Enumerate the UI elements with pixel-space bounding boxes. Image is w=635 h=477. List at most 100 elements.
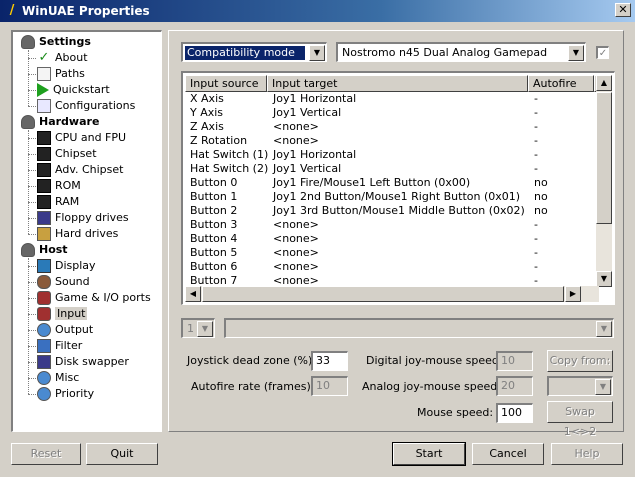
table-row[interactable]: Y Axis Joy1 Vertical - xyxy=(185,106,599,120)
dead-zone-input[interactable]: 33 xyxy=(311,351,348,371)
tree-connector xyxy=(28,282,36,283)
tree-item-output[interactable]: Output xyxy=(37,322,93,338)
tree-item-label: Settings xyxy=(39,35,91,48)
window-title: WinUAE Properties xyxy=(22,4,150,18)
chevron-down-icon[interactable]: ▼ xyxy=(309,45,325,61)
table-row[interactable]: X Axis Joy1 Horizontal - xyxy=(185,92,599,106)
tree-item-ram[interactable]: RAM xyxy=(37,194,79,210)
tree-item-rom[interactable]: ROM xyxy=(37,178,81,194)
scroll-thumb[interactable] xyxy=(596,92,612,224)
tree-item-quickstart[interactable]: Quickstart xyxy=(37,82,110,98)
tree-item-input[interactable]: Input xyxy=(37,306,88,322)
close-button[interactable]: ✕ xyxy=(615,3,631,17)
table-row[interactable]: Button 3 <none> - xyxy=(185,218,599,232)
chevron-down-icon[interactable]: ▼ xyxy=(197,321,213,337)
list-horizontal-scrollbar[interactable]: ◀ ▶ xyxy=(185,286,599,302)
start-button[interactable]: Start xyxy=(392,442,466,466)
tree-connector xyxy=(28,186,36,187)
tree-connector xyxy=(28,106,36,107)
tree-item-priority[interactable]: Priority xyxy=(37,386,94,402)
input-device-select[interactable]: Nostromo n45 Dual Analog Gamepad ▼ xyxy=(336,42,586,62)
chevron-down-icon[interactable]: ▼ xyxy=(568,45,584,61)
analog-speed-input[interactable]: 20 xyxy=(496,376,533,396)
tree-item-label: Input xyxy=(55,307,88,320)
table-row[interactable]: Button 0 Joy1 Fire/Mouse1 Left Button (0x… xyxy=(185,176,599,190)
table-row[interactable]: Button 5 <none> - xyxy=(185,246,599,260)
tree-connector xyxy=(28,170,36,171)
column-autofire[interactable]: Autofire xyxy=(528,75,594,92)
tree-item-filter[interactable]: Filter xyxy=(37,338,82,354)
list-vertical-scrollbar[interactable]: ▲ ▼ xyxy=(596,75,612,287)
tree-item-host[interactable]: Host xyxy=(21,242,68,258)
tree-connector xyxy=(28,202,36,203)
quit-button[interactable]: Quit xyxy=(86,443,158,465)
disk-icon xyxy=(21,243,35,257)
table-row[interactable]: Button 1 Joy1 2nd Button/Mouse1 Right But… xyxy=(185,190,599,204)
autofire-rate-input[interactable]: 10 xyxy=(311,376,348,396)
sound-icon xyxy=(37,275,51,289)
doc-icon xyxy=(37,67,51,81)
config-icon xyxy=(37,99,51,113)
tree-item-hardware[interactable]: Hardware xyxy=(21,114,99,130)
cell-autofire: - xyxy=(534,218,538,231)
copy-from-button[interactable]: Copy from: xyxy=(547,350,613,372)
input-mapping-list[interactable]: Input source Input target Autofire X Axi… xyxy=(181,71,615,305)
swap-button[interactable]: Swap 1<>2 xyxy=(547,401,613,438)
tree-item-label: Hardware xyxy=(39,115,100,128)
tree-item-label: RAM xyxy=(55,195,80,208)
copy-from-select[interactable]: ▼ xyxy=(547,376,613,396)
tree-item-game-i-o-ports[interactable]: Game & I/O ports xyxy=(37,290,151,306)
tree-item-misc[interactable]: Misc xyxy=(37,370,79,386)
chevron-down-icon[interactable]: ▼ xyxy=(596,321,612,337)
table-row[interactable]: Button 2 Joy1 3rd Button/Mouse1 Middle Bu… xyxy=(185,204,599,218)
mouse-speed-input[interactable]: 100 xyxy=(496,403,533,423)
chevron-down-icon[interactable]: ▼ xyxy=(595,379,611,395)
tree-item-sound[interactable]: Sound xyxy=(37,274,90,290)
tree-item-paths[interactable]: Paths xyxy=(37,66,85,82)
cell-input-source: Z Axis xyxy=(190,120,224,133)
scroll-right-icon[interactable]: ▶ xyxy=(565,286,581,302)
cell-autofire: - xyxy=(534,92,538,105)
cell-input-target: <none> xyxy=(273,134,319,147)
filter-icon xyxy=(37,339,51,353)
joystick-icon xyxy=(37,307,51,321)
table-row[interactable]: Z Axis <none> - xyxy=(185,120,599,134)
tree-item-settings[interactable]: Settings xyxy=(21,34,91,50)
tree-item-disk-swapper[interactable]: Disk swapper xyxy=(37,354,129,370)
table-row[interactable]: Hat Switch (2) Joy1 Vertical - xyxy=(185,162,599,176)
cell-input-target: Joy1 2nd Button/Mouse1 Right Button (0x0… xyxy=(273,190,521,203)
scroll-down-icon[interactable]: ▼ xyxy=(596,271,612,287)
tree-item-label: Game & I/O ports xyxy=(55,291,151,304)
scroll-left-icon[interactable]: ◀ xyxy=(185,286,201,302)
tree-item-adv-chipset[interactable]: Adv. Chipset xyxy=(37,162,123,178)
input-mode-select[interactable]: Compatibility mode ▼ xyxy=(181,42,327,62)
help-button[interactable]: Help xyxy=(551,443,623,465)
chip-icon xyxy=(37,195,51,209)
tree-item-floppy-drives[interactable]: Floppy drives xyxy=(37,210,129,226)
tree-item-display[interactable]: Display xyxy=(37,258,96,274)
tree-item-about[interactable]: ✓ About xyxy=(37,50,88,66)
scroll-up-icon[interactable]: ▲ xyxy=(596,75,612,91)
cell-input-target: Joy1 3rd Button/Mouse1 Middle Button (0x… xyxy=(273,204,525,217)
reset-button[interactable]: Reset xyxy=(11,443,81,465)
input-event-select[interactable]: ▼ xyxy=(224,318,614,338)
column-input-target[interactable]: Input target xyxy=(267,75,528,92)
joystick-number-value: 1 xyxy=(187,322,194,335)
tree-item-chipset[interactable]: Chipset xyxy=(37,146,97,162)
dead-zone-label: Joystick dead zone (%): xyxy=(187,354,316,367)
table-row[interactable]: Button 4 <none> - xyxy=(185,232,599,246)
table-row[interactable]: Z Rotation <none> - xyxy=(185,134,599,148)
scroll-thumb-horizontal[interactable] xyxy=(202,286,564,302)
tree-item-hard-drives[interactable]: Hard drives xyxy=(37,226,118,242)
device-enabled-checkbox[interactable]: ✓ xyxy=(596,46,609,59)
tree-item-cpu-and-fpu[interactable]: CPU and FPU xyxy=(37,130,126,146)
table-row[interactable]: Hat Switch (1) Joy1 Horizontal - xyxy=(185,148,599,162)
joystick-number-select[interactable]: 1 ▼ xyxy=(181,318,215,338)
tree-connector xyxy=(28,378,36,379)
column-input-source[interactable]: Input source xyxy=(185,75,267,92)
cancel-button[interactable]: Cancel xyxy=(472,443,544,465)
cell-autofire: - xyxy=(534,232,538,245)
tree-item-configurations[interactable]: Configurations xyxy=(37,98,135,114)
digital-speed-input[interactable]: 10 xyxy=(496,351,533,371)
table-row[interactable]: Button 6 <none> - xyxy=(185,260,599,274)
